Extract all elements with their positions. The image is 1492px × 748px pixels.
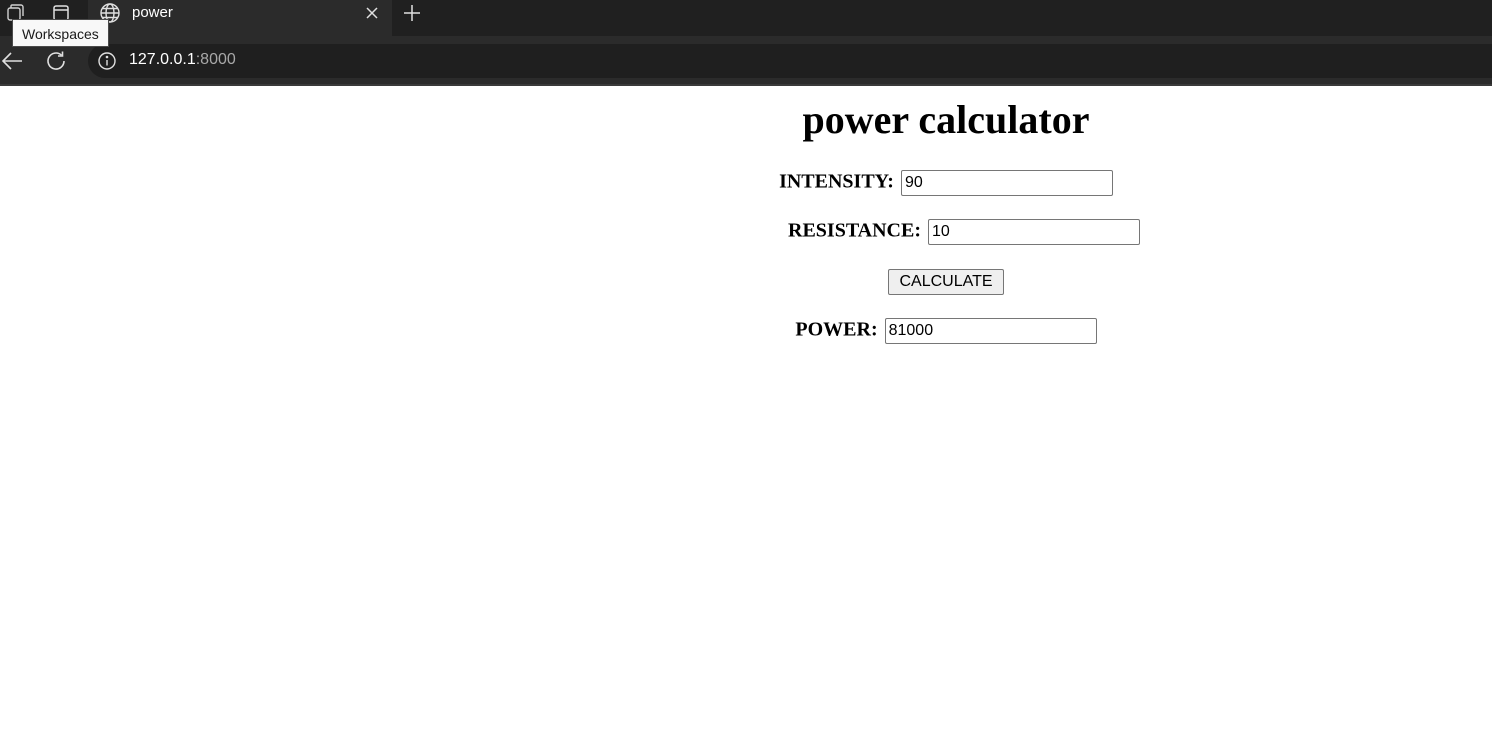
intensity-row: INTENSITY: bbox=[400, 170, 1492, 196]
url-host: 127.0.0.1 bbox=[129, 51, 196, 68]
page-title: power calculator bbox=[802, 97, 1090, 142]
resistance-input[interactable] bbox=[928, 219, 1140, 245]
calculate-button[interactable]: CALCULATE bbox=[888, 269, 1004, 295]
url-port: :8000 bbox=[195, 51, 236, 68]
resistance-row: RESISTANCE: bbox=[418, 219, 1492, 245]
reload-icon[interactable] bbox=[42, 47, 70, 75]
workspaces-tooltip: Workspaces bbox=[12, 19, 109, 47]
power-output[interactable] bbox=[884, 318, 1097, 344]
resistance-label: RESISTANCE: bbox=[788, 219, 921, 242]
url-text[interactable]: 127.0.0.1:8000 bbox=[129, 51, 236, 69]
power-row: POWER: bbox=[400, 318, 1492, 344]
page-content: power calculator INTENSITY: RESISTANCE: … bbox=[0, 86, 1492, 748]
close-icon[interactable] bbox=[362, 2, 382, 24]
navigation-bar: 127.0.0.1:8000 bbox=[0, 36, 1492, 86]
info-icon[interactable] bbox=[96, 50, 118, 72]
tab-bar: power bbox=[0, 0, 1492, 36]
back-arrow-icon[interactable] bbox=[0, 47, 26, 75]
tab-title: power bbox=[132, 4, 173, 21]
power-label: POWER: bbox=[795, 318, 878, 341]
address-bar[interactable]: 127.0.0.1:8000 bbox=[88, 44, 1492, 78]
intensity-label: INTENSITY: bbox=[779, 170, 894, 193]
plus-icon[interactable] bbox=[400, 2, 424, 24]
intensity-input[interactable] bbox=[900, 170, 1113, 196]
